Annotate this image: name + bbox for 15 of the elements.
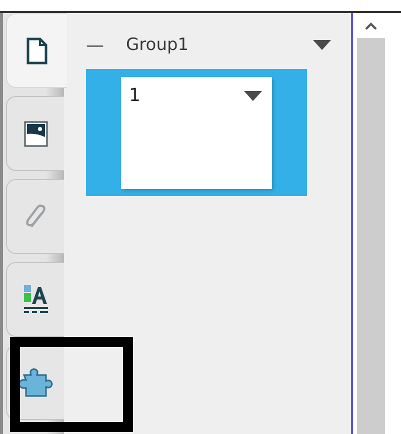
page-thumbnail-selection[interactable]: 1 bbox=[86, 69, 307, 196]
paperclip-icon bbox=[24, 204, 48, 230]
sidebar-tab[interactable] bbox=[6, 13, 67, 88]
text-style-icon bbox=[22, 284, 48, 316]
group-title: Group1 bbox=[126, 35, 190, 55]
puzzle-icon bbox=[18, 368, 54, 398]
sidebar-tab[interactable] bbox=[6, 262, 64, 337]
sidebar-tab[interactable] bbox=[6, 96, 64, 171]
document-icon bbox=[26, 36, 48, 64]
dropdown-arrow-icon[interactable] bbox=[313, 40, 331, 50]
scroll-up-icon[interactable] bbox=[365, 22, 377, 30]
image-icon bbox=[24, 120, 48, 146]
dropdown-arrow-icon[interactable] bbox=[244, 91, 262, 101]
page-number: 1 bbox=[129, 85, 140, 106]
collapse-toggle[interactable]: — bbox=[86, 34, 126, 56]
